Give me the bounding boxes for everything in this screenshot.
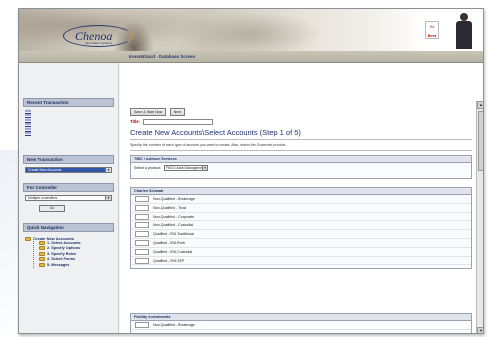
- figure-head: [460, 13, 468, 21]
- controller-select[interactable]: Multiple controllers ▼: [25, 195, 112, 201]
- sidebar: Recent Transaction ### ### ### ### ### #…: [19, 63, 119, 333]
- nav-strip: KenoWizard · Database Screen: [19, 51, 483, 63]
- divider: [130, 150, 472, 151]
- tree-item-label: 4. Select Forms: [47, 257, 76, 262]
- account-count-input[interactable]: [135, 204, 149, 211]
- figure-torso: [456, 21, 472, 49]
- tree-item-messages[interactable]: 5. Messages: [25, 262, 112, 268]
- account-count-input[interactable]: [135, 222, 149, 229]
- account-row: Non-Qualified - Brokerage: [131, 195, 471, 204]
- controller-value: Multiple controllers: [28, 196, 58, 200]
- company-logo: Chenoa Information Systems: [63, 25, 133, 47]
- scroll-down-icon[interactable]: ▼: [477, 327, 483, 333]
- scrollbar-thumb[interactable]: [478, 111, 483, 171]
- tree-item-label: 1. Select Accounts: [47, 241, 81, 245]
- title-row: Title:: [130, 119, 214, 125]
- award-badge-icon: IN Best: [425, 21, 439, 39]
- account-type-label: Non-Qualified - Custodial: [153, 223, 194, 228]
- page-title: Create New Accounts\Select Accounts (Ste…: [130, 128, 301, 137]
- account-type-label: Qualified - IRA Roth: [153, 240, 185, 245]
- product-select[interactable]: FMCG Asset Management ▼: [163, 165, 208, 171]
- new-transaction-value: Create New Accounts: [28, 168, 62, 172]
- title-input[interactable]: [143, 119, 214, 125]
- for-controller-title: For Controller: [23, 183, 114, 192]
- vertical-scrollbar[interactable]: ▲ ▼: [476, 101, 483, 333]
- folder-icon: [39, 241, 45, 245]
- folder-icon: [39, 251, 45, 256]
- charles-schwab-title: Charles Schwab: [131, 188, 471, 195]
- account-count-input[interactable]: [135, 213, 149, 220]
- account-count-input[interactable]: [135, 322, 149, 328]
- account-type-label: Qualified - IRA Custodial: [153, 249, 193, 254]
- account-type-label: Non-Qualified - Corporate: [153, 214, 195, 219]
- account-type-label: Qualified - IRA Traditional: [153, 232, 194, 237]
- account-row: Qualified - IRA Roth: [131, 239, 471, 248]
- businessman-image: [453, 13, 475, 49]
- charles-schwab-group: Charles Schwab Non-Qualified - Brokerage…: [130, 187, 472, 269]
- nav-breadcrumb[interactable]: KenoWizard · Database Screen: [129, 54, 195, 59]
- new-transaction-panel: New Transaction Create New Accounts ▼: [19, 155, 118, 173]
- next-button[interactable]: Next: [169, 108, 186, 116]
- account-type-label: Non-Qualified - Trust: [153, 205, 187, 210]
- save-start-now-button[interactable]: Save & Start Now: [130, 108, 167, 116]
- chevron-down-icon[interactable]: ▼: [105, 196, 111, 200]
- account-row: Qualified - IRA SEP: [131, 257, 471, 266]
- recent-transactions-title: Recent Transaction: [23, 98, 114, 107]
- app-window: Chenoa Information Systems IN Best KenoW…: [18, 8, 484, 334]
- account-row: Qualified - IRA Custodial: [131, 248, 471, 257]
- tree-item-label: 5. Messages: [47, 262, 70, 267]
- account-type-label: Non-Qualified - Brokerage: [153, 197, 195, 201]
- chevron-down-icon[interactable]: ▼: [201, 166, 207, 170]
- navigation-tree: Create New Accounts 1. Select Accounts 2…: [25, 236, 112, 269]
- fidelity-group: Fidelity Investments Non-Qualified - Bro…: [130, 313, 472, 333]
- advisor-services-group: TIBC / Advisor Services Select a product…: [130, 155, 472, 179]
- banner-photo-center: [169, 9, 329, 51]
- recent-transactions-panel: Recent Transaction ### ### ### ### ### #…: [19, 98, 118, 137]
- product-select-row: Select a product: FMCG Asset Management …: [131, 163, 471, 173]
- account-type-label: Qualified - IRA SEP: [153, 258, 185, 263]
- account-row: Non-Qualified - Custodial: [131, 221, 471, 231]
- account-count-input[interactable]: [135, 248, 149, 255]
- recent-links: ### ### ### ### ### ###: [25, 109, 112, 135]
- header-banner: Chenoa Information Systems IN Best: [19, 9, 483, 51]
- instructions-text: Specify the number of each type of accou…: [130, 143, 287, 147]
- account-count-input[interactable]: [135, 196, 149, 202]
- product-select-label: Select a product:: [134, 165, 161, 170]
- product-select-value: FMCG Asset Management: [165, 166, 205, 170]
- for-controller-panel: For Controller Multiple controllers ▼ Go: [19, 183, 118, 212]
- account-count-input[interactable]: [135, 231, 149, 238]
- account-count-input[interactable]: [135, 239, 149, 246]
- quick-navigation-title: Quick Navigation: [23, 223, 114, 232]
- folder-icon: [39, 262, 45, 267]
- logo-tagline: Information Systems: [85, 41, 113, 45]
- badge-bottom-text: Best: [427, 33, 437, 38]
- folder-icon: [39, 257, 45, 262]
- new-transaction-select[interactable]: Create New Accounts ▼: [25, 167, 112, 173]
- account-type-label: Non-Qualified - Brokerage: [153, 323, 195, 327]
- tree-item-label: 2. Specify Options: [47, 246, 81, 251]
- advisor-services-title: TIBC / Advisor Services: [131, 156, 471, 163]
- recent-link[interactable]: ###: [25, 131, 112, 135]
- scroll-up-icon[interactable]: ▲: [477, 101, 483, 109]
- folder-icon: [39, 246, 45, 251]
- tree-children: 1. Select Accounts 2. Specify Options 3.…: [25, 241, 112, 269]
- fidelity-title: Fidelity Investments: [131, 314, 471, 321]
- chevron-down-icon[interactable]: ▼: [105, 168, 111, 172]
- title-label: Title:: [130, 119, 140, 125]
- action-buttons: Save & Start Now Next: [130, 108, 187, 116]
- account-count-input[interactable]: [135, 257, 149, 264]
- tree-item-label: 3. Specify Roles: [47, 251, 77, 256]
- main-content: ▲ ▼ Save & Start Now Next Title: Create …: [120, 63, 483, 333]
- account-row: Non-Qualified - Corporate: [131, 213, 471, 222]
- badge-top-text: IN: [430, 24, 434, 29]
- go-button[interactable]: Go: [39, 205, 65, 212]
- account-row: Qualified - IRA Traditional: [131, 230, 471, 239]
- new-transaction-title: New Transaction: [23, 155, 114, 164]
- account-row: Non-Qualified - Brokerage: [131, 321, 471, 330]
- account-row: Non-Qualified - Trust: [131, 204, 471, 213]
- divider: [130, 139, 472, 140]
- quick-navigation-panel: Quick Navigation Create New Accounts 1. …: [19, 223, 118, 272]
